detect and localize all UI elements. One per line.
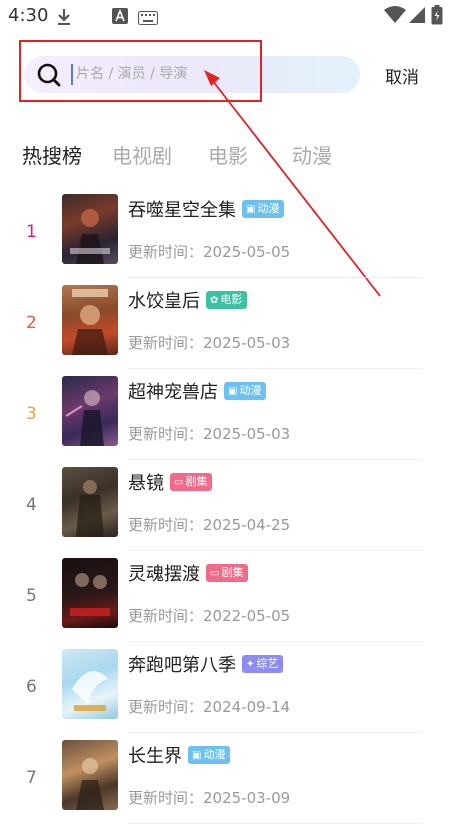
list-item[interactable]: 2 水饺皇后 ✿ 电影 更新时间：2025-05-03 — [0, 277, 450, 369]
item-title-row: 奔跑吧第八季 ✦ 综艺 — [128, 651, 284, 677]
film-reel-icon: ✿ — [210, 295, 219, 306]
list-item[interactable]: 7 长生界 ▣ 动漫 更新时间：2025-03-09 — [0, 732, 450, 824]
item-title-row: 长生界 ▣ 动漫 — [128, 742, 231, 768]
rank-number: 5 — [26, 586, 37, 606]
item-title: 超神宠兽店 — [128, 382, 218, 403]
poster-thumbnail[interactable] — [62, 376, 118, 446]
keyboard-icon — [138, 10, 158, 29]
item-title-row: 吞噬星空全集 ▣ 动漫 — [128, 196, 285, 222]
item-title: 水饺皇后 — [128, 291, 200, 312]
poster-thumbnail[interactable] — [62, 467, 118, 537]
tab-movies[interactable]: 电影 — [208, 140, 248, 169]
item-title: 悬镜 — [128, 473, 164, 494]
update-time: 更新时间：2022-05-05 — [128, 607, 291, 625]
category-badge: ✿ 电影 — [206, 291, 248, 309]
rank-number: 7 — [26, 768, 37, 788]
status-time: 4:30 — [8, 5, 49, 26]
update-time: 更新时间：2025-03-09 — [128, 789, 291, 807]
list-item[interactable]: 5 灵魂摆渡 ▭ 剧集 更新时间：2022-05-05 — [0, 550, 450, 642]
item-title: 吞噬星空全集 — [128, 200, 236, 221]
category-badge: ▣ 动漫 — [188, 746, 231, 764]
list-item[interactable]: 3 超神宠兽店 ▣ 动漫 更新时间：2025-05-03 — [0, 368, 450, 460]
tab-hot-search[interactable]: 热搜榜 — [22, 140, 82, 169]
rank-number: 3 — [26, 404, 37, 424]
item-title: 奔跑吧第八季 — [128, 655, 236, 676]
drama-icon: ▭ — [174, 477, 184, 488]
list-item[interactable]: 4 悬镜 ▭ 剧集 更新时间：2025-04-25 — [0, 459, 450, 551]
rank-number: 4 — [26, 495, 37, 515]
rank-number: 1 — [26, 222, 37, 242]
rank-number: 2 — [26, 313, 37, 333]
update-time: 更新时间：2025-05-03 — [128, 334, 291, 352]
category-badge: ▣ 动漫 — [242, 200, 285, 218]
list-item[interactable]: 6 奔跑吧第八季 ✦ 综艺 更新时间：2024-09-14 — [0, 641, 450, 733]
update-time: 更新时间：2025-04-25 — [128, 516, 291, 534]
update-time: 更新时间：2024-09-14 — [128, 698, 291, 716]
poster-thumbnail[interactable] — [62, 285, 118, 355]
battery-icon — [431, 5, 443, 29]
tv-icon: ▣ — [192, 750, 202, 761]
cancel-button[interactable]: 取消 — [385, 63, 419, 88]
tv-icon: ▣ — [246, 204, 256, 215]
update-time: 更新时间：2025-05-05 — [128, 243, 291, 261]
list-item[interactable]: 1 吞噬星空全集 ▣ 动漫 更新时间：2025-05-05 — [0, 186, 450, 278]
category-badge: ▭ 剧集 — [170, 473, 213, 491]
category-badge: ✦ 综艺 — [242, 655, 284, 673]
update-time: 更新时间：2025-05-03 — [128, 425, 291, 443]
tab-tv-series[interactable]: 电视剧 — [112, 140, 172, 169]
item-title-row: 灵魂摆渡 ▭ 剧集 — [128, 560, 249, 586]
poster-thumbnail[interactable] — [62, 194, 118, 264]
highlight-annotation-box — [19, 40, 262, 102]
category-badge: ▭ 剧集 — [206, 564, 249, 582]
item-title: 灵魂摆渡 — [128, 564, 200, 585]
download-icon — [56, 8, 72, 30]
star-icon: ✦ — [246, 659, 255, 670]
item-title-row: 超神宠兽店 ▣ 动漫 — [128, 378, 267, 404]
signal-icon — [408, 6, 426, 28]
poster-thumbnail[interactable] — [62, 649, 118, 719]
category-badge: ▣ 动漫 — [224, 382, 267, 400]
status-bar: 4:30 — [0, 0, 450, 32]
app-a-icon — [112, 8, 128, 28]
poster-thumbnail[interactable] — [62, 558, 118, 628]
wifi-icon — [384, 6, 406, 28]
tv-icon: ▣ — [228, 386, 238, 397]
tab-anime[interactable]: 动漫 — [292, 140, 332, 169]
item-title-row: 悬镜 ▭ 剧集 — [128, 469, 213, 495]
item-title: 长生界 — [128, 746, 182, 767]
item-title-row: 水饺皇后 ✿ 电影 — [128, 287, 248, 313]
drama-icon: ▭ — [210, 568, 220, 579]
rank-number: 6 — [26, 677, 37, 697]
